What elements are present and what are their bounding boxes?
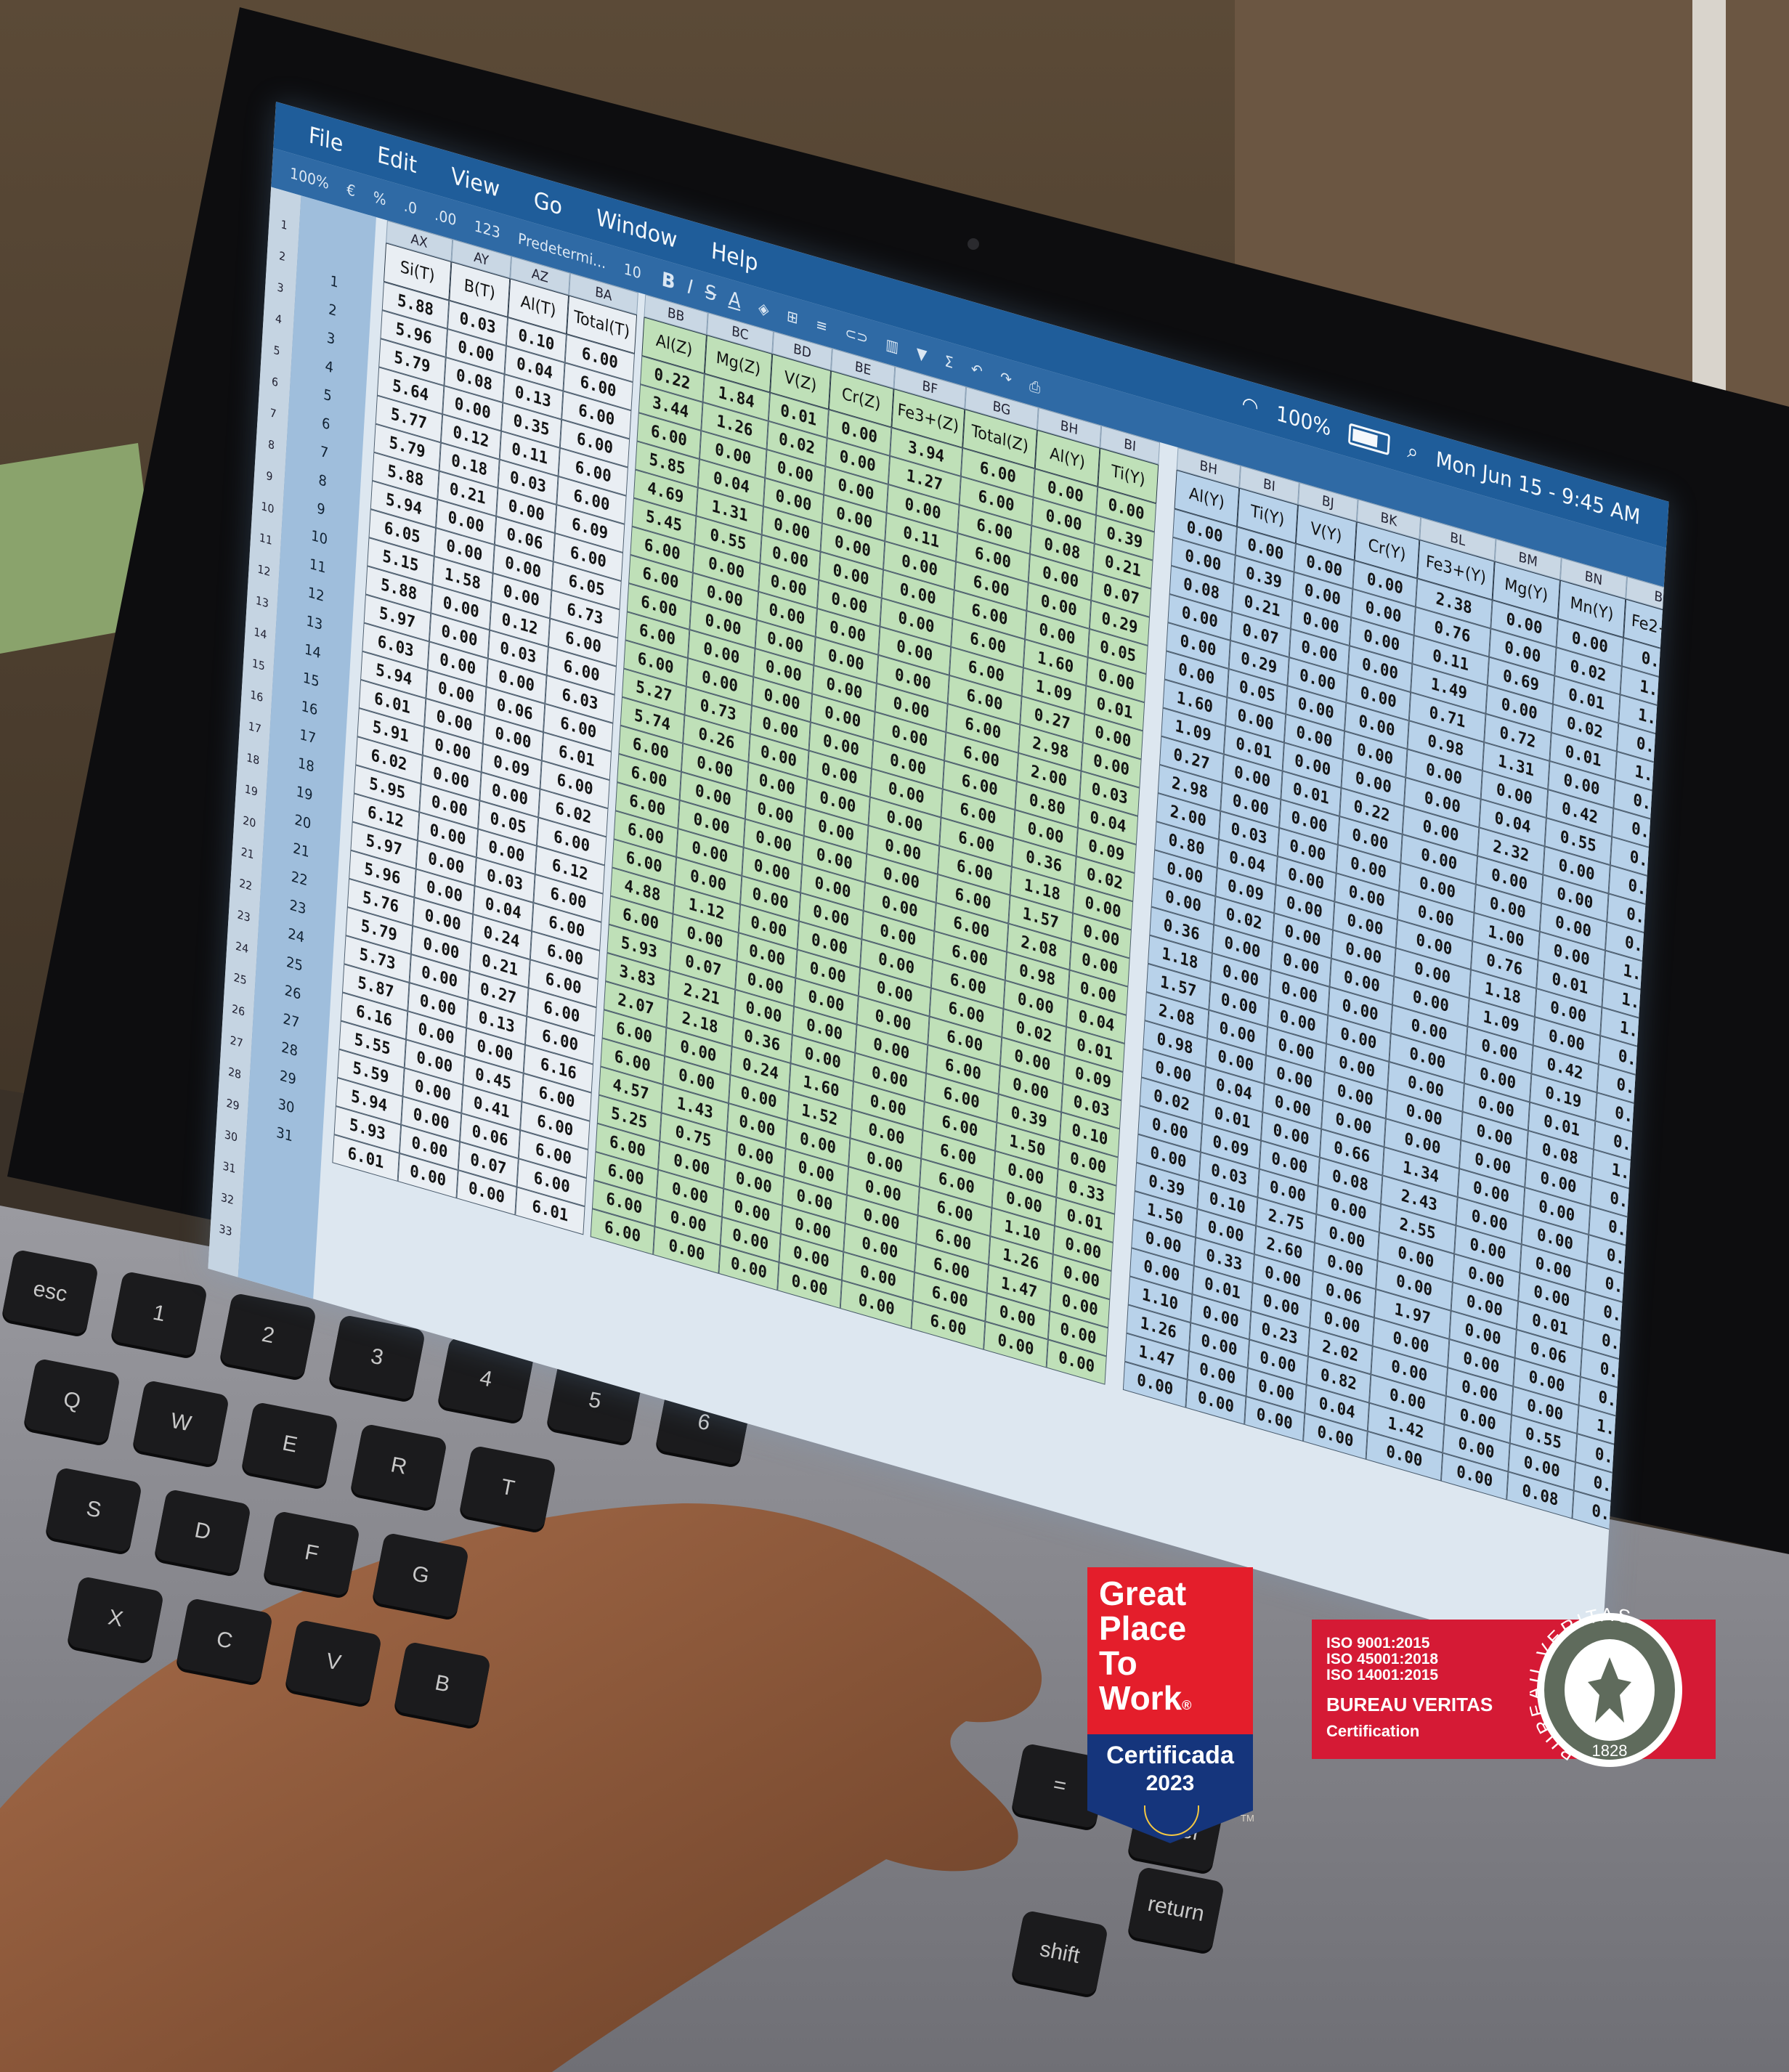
sum-button[interactable]: Σ [944,352,954,372]
row-header[interactable]: 2 [267,245,297,267]
fill-color-icon[interactable]: ◈ [758,298,770,320]
trademark-mark: TM [1241,1813,1254,1824]
bv-text-block: ISO 9001:2015 ISO 45001:2018 ISO 14001:2… [1326,1636,1493,1741]
italic-button[interactable]: I [687,275,694,299]
row-header[interactable]: 29 [217,1094,248,1116]
row-header[interactable]: 6 [259,371,290,393]
increase-decimals-button[interactable]: .00 [434,206,457,229]
gptw-certified-ribbon: Certificada 2023 [1087,1734,1253,1843]
battery-icon[interactable] [1348,423,1391,456]
row-header[interactable]: 33 [210,1219,240,1241]
text-color-button[interactable]: A [728,288,742,314]
gptw-line-3: To [1099,1644,1137,1682]
undo-icon[interactable]: ↶ [970,359,983,381]
wifi-icon[interactable]: ◠ [1241,390,1259,420]
percent-button[interactable]: % [373,187,386,209]
gptw-line-4: Work® [1099,1681,1253,1723]
bold-button[interactable]: B [661,268,676,294]
gptw-line-2: Place [1099,1609,1187,1647]
row-header[interactable]: 11 [251,528,281,550]
bv-certification: Certification [1326,1722,1420,1740]
menu-help[interactable]: Help [710,237,758,277]
row-header[interactable]: 13 [247,591,277,613]
print-icon[interactable]: ⎙ [1029,376,1041,397]
row-header[interactable]: 22 [230,874,261,895]
row-header[interactable]: 20 [234,810,264,832]
redo-icon[interactable]: ↷ [999,367,1012,389]
row-header[interactable]: 18 [238,748,268,770]
menu-go[interactable]: Go [533,186,563,220]
row-header[interactable]: 12 [248,559,279,581]
bv-name: BUREAU VERITAS [1326,1694,1493,1715]
link-icon[interactable]: ⊂⊃ [845,323,869,348]
row-header[interactable]: 4 [263,308,293,330]
bv-seal-year: 1828 [1592,1742,1628,1760]
row-header[interactable]: 7 [258,402,288,424]
row-header[interactable]: 28 [219,1063,250,1084]
gptw-work: Work [1099,1679,1182,1717]
bv-iso-9001: ISO 9001:2015 [1326,1635,1430,1651]
align-icon[interactable]: ≡ [816,314,828,336]
building-happiness-icon [1144,1805,1199,1836]
font-size-select[interactable]: 10 [623,259,641,283]
bv-iso-14001: ISO 14001:2015 [1326,1667,1439,1683]
number-format-select[interactable]: 123 [474,216,500,242]
row-header[interactable]: 30 [216,1125,246,1147]
bv-iso-45001: ISO 45001:2018 [1326,1651,1439,1667]
gptw-registered: ® [1182,1698,1192,1713]
chart-icon[interactable]: ▥ [885,335,899,357]
row-header[interactable]: 23 [228,905,259,927]
row-header[interactable]: 19 [236,779,267,801]
row-header[interactable]: 21 [232,842,263,864]
row-header[interactable]: 17 [240,717,270,739]
row-header[interactable]: 9 [254,466,285,487]
menu-edit[interactable]: Edit [376,141,418,179]
webcam [967,238,979,250]
row-header[interactable]: 25 [224,968,255,990]
gptw-title: Great Place To Work® [1087,1567,1253,1734]
bureau-veritas-seal-icon: BUREAU VERITAS 1828 [1530,1606,1682,1767]
row-header[interactable]: 14 [245,622,275,644]
zoom-select[interactable]: 100% [289,163,329,192]
strikethrough-button[interactable]: S [705,280,717,306]
row-header[interactable]: 16 [241,685,272,707]
row-header[interactable]: 27 [221,1031,251,1052]
gptw-year: 2023 [1145,1771,1195,1795]
row-header[interactable]: 26 [223,999,253,1021]
bureau-veritas-badge: ISO 9001:2015 ISO 45001:2018 ISO 14001:2… [1312,1606,1716,1767]
gptw-certificada: Certificada [1106,1742,1234,1769]
filter-icon[interactable]: ▼ [916,344,928,365]
row-header[interactable]: 8 [256,434,286,455]
menu-view[interactable]: View [450,163,500,203]
row-header[interactable]: 5 [261,340,292,362]
row-header[interactable]: 3 [265,277,296,298]
great-place-to-work-badge: Great Place To Work® Certificada 2023 [1087,1567,1253,1843]
decrease-decimals-button[interactable]: .0 [403,196,417,218]
row-header[interactable]: 32 [212,1188,243,1210]
row-header[interactable]: 24 [227,936,257,958]
desk-lamp-pole [1692,0,1726,407]
row-header[interactable]: 10 [252,497,283,519]
menu-file[interactable]: File [308,121,344,158]
search-icon[interactable]: ⌕ [1407,437,1419,466]
gptw-line-1: Great [1099,1575,1187,1612]
battery-percent: 100% [1275,400,1332,441]
borders-icon[interactable]: ⊞ [786,306,798,328]
row-header[interactable]: 1 [269,214,299,236]
row-header[interactable]: 15 [243,654,274,675]
currency-button[interactable]: € [346,180,356,200]
row-header[interactable]: 31 [214,1156,244,1178]
